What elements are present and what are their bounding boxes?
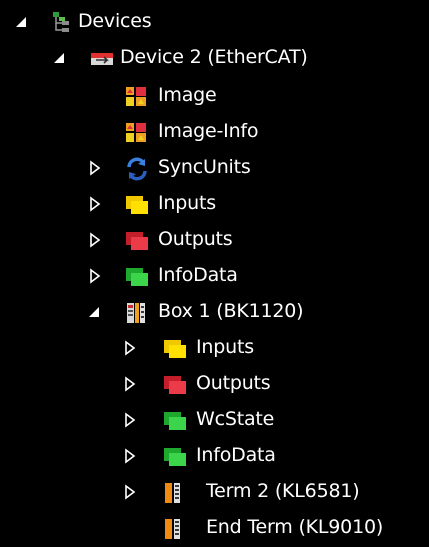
tree-item-image-info[interactable]: Image-Info	[0, 118, 320, 146]
tree-item-infodata[interactable]: InfoData	[0, 262, 300, 290]
box-icon	[125, 301, 149, 325]
collapsed-arrow-icon[interactable]	[122, 340, 138, 356]
inputs-icon	[163, 337, 187, 361]
tree-item-box-1[interactable]: Box 1 (BK1120)	[0, 298, 360, 326]
device-tree: Devices Device 2 (EtherCAT) Image Image-…	[0, 0, 429, 547]
image-icon	[125, 85, 149, 109]
image-info-icon	[125, 121, 149, 145]
expanded-arrow-icon[interactable]	[52, 50, 68, 66]
tree-item-label: InfoData	[196, 444, 276, 466]
outputs-icon	[125, 229, 149, 253]
tree-item-image[interactable]: Image	[0, 82, 300, 110]
collapsed-arrow-icon[interactable]	[87, 232, 103, 248]
tree-item-label: Device 2 (EtherCAT)	[120, 46, 308, 68]
tree-item-box-inputs[interactable]: Inputs	[0, 334, 320, 362]
wcstate-icon	[163, 409, 187, 433]
tree-item-syncunits[interactable]: SyncUnits	[0, 154, 320, 182]
tree-item-inputs[interactable]: Inputs	[0, 190, 300, 218]
tree-item-box-infodata[interactable]: InfoData	[0, 442, 320, 470]
terminal-icon	[163, 517, 187, 541]
terminal-icon	[163, 481, 187, 505]
tree-item-wcstate[interactable]: WcState	[0, 406, 320, 434]
tree-item-device-2[interactable]: Device 2 (EtherCAT)	[0, 44, 410, 72]
collapsed-arrow-icon[interactable]	[122, 484, 138, 500]
devices-icon	[50, 11, 74, 35]
collapsed-arrow-icon[interactable]	[87, 268, 103, 284]
tree-item-label: Outputs	[196, 372, 271, 394]
tree-item-label: Image	[158, 84, 217, 106]
tree-item-label: Outputs	[158, 228, 233, 250]
ethercat-device-icon	[90, 47, 114, 71]
infodata-icon	[163, 445, 187, 469]
collapsed-arrow-icon[interactable]	[122, 376, 138, 392]
infodata-icon	[125, 265, 149, 289]
expanded-arrow-icon[interactable]	[14, 14, 30, 30]
outputs-icon	[163, 373, 187, 397]
tree-item-label: Box 1 (BK1120)	[158, 300, 304, 322]
tree-item-label: Image-Info	[158, 120, 259, 142]
tree-item-label: End Term (KL9010)	[206, 516, 384, 538]
tree-item-label: Inputs	[158, 192, 216, 214]
tree-item-box-outputs[interactable]: Outputs	[0, 370, 320, 398]
tree-item-label: SyncUnits	[158, 156, 251, 178]
tree-item-label: Devices	[78, 10, 152, 32]
collapsed-arrow-icon[interactable]	[87, 160, 103, 176]
tree-item-label: Term 2 (KL6581)	[206, 480, 360, 502]
collapsed-arrow-icon[interactable]	[87, 196, 103, 212]
tree-item-devices[interactable]: Devices	[0, 8, 400, 36]
expanded-arrow-icon[interactable]	[87, 304, 103, 320]
tree-item-end-term[interactable]: End Term (KL9010)	[0, 514, 420, 542]
tree-item-label: Inputs	[196, 336, 254, 358]
inputs-icon	[125, 193, 149, 217]
tree-item-label: InfoData	[158, 264, 238, 286]
sync-icon	[125, 157, 149, 181]
tree-item-term-2[interactable]: Term 2 (KL6581)	[0, 478, 400, 506]
collapsed-arrow-icon[interactable]	[122, 448, 138, 464]
collapsed-arrow-icon[interactable]	[122, 412, 138, 428]
tree-item-outputs[interactable]: Outputs	[0, 226, 300, 254]
tree-item-label: WcState	[196, 408, 275, 430]
